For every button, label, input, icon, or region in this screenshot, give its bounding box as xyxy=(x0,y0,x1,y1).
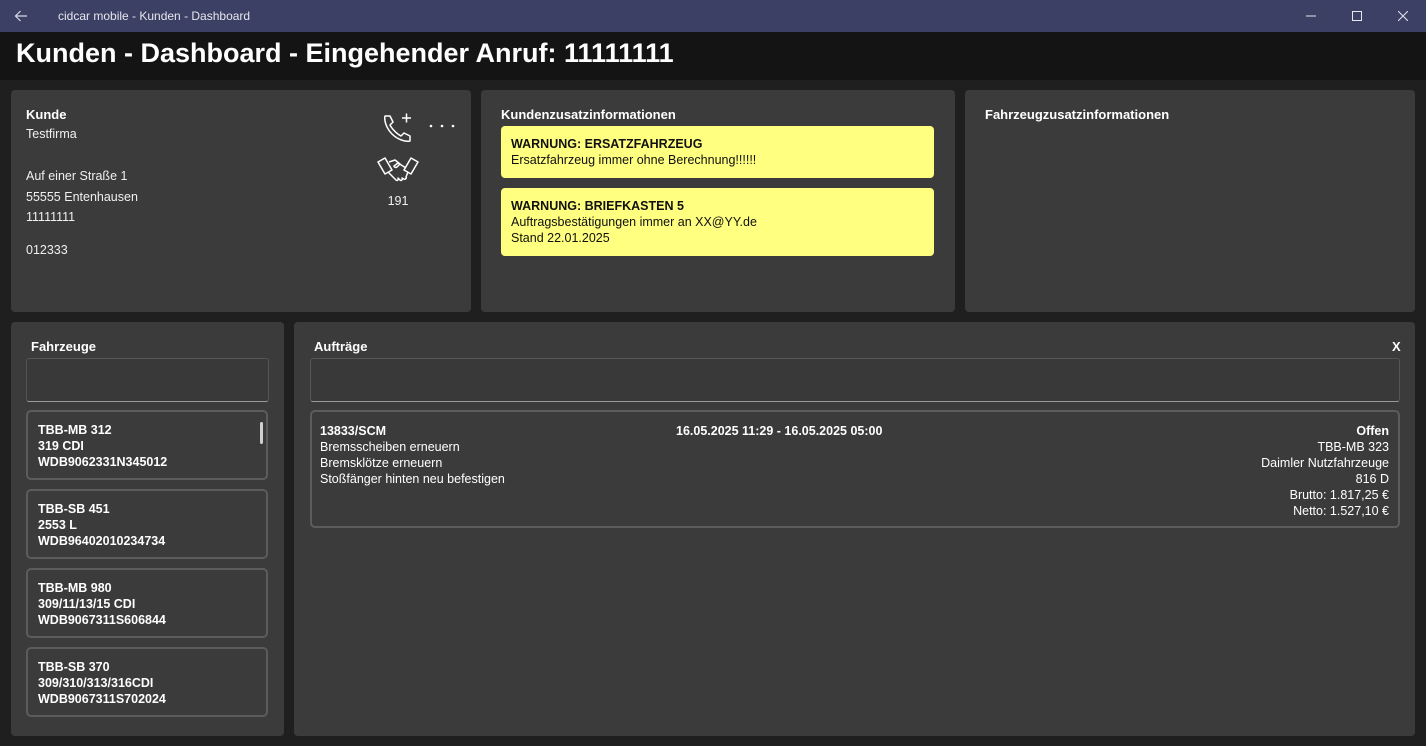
minimize-button[interactable] xyxy=(1288,0,1334,32)
customer-name: Testfirma xyxy=(26,127,77,141)
minimize-icon xyxy=(1306,15,1316,17)
close-window-button[interactable] xyxy=(1380,0,1426,32)
vehicle-model: 309/310/313/316CDI xyxy=(38,676,154,690)
vehicle-model: 2553 L xyxy=(38,518,77,532)
vehicles-heading: Fahrzeuge xyxy=(31,339,97,354)
vehicle-info-heading: Fahrzeugzusatzinformationen xyxy=(985,107,1170,122)
customer-number: 012333 xyxy=(26,243,68,257)
warning-line: Auftragsbestätigungen immer an XX@YY.de xyxy=(511,215,757,229)
vehicle-card[interactable]: TBB-SB 451 2553 L WDB96402010234734 xyxy=(26,489,268,559)
page-header: Kunden - Dashboard - Eingehender Anruf: … xyxy=(0,32,1426,80)
orders-close-button[interactable]: X xyxy=(1392,339,1401,354)
warning-card[interactable]: WARNUNG: BRIEFKASTEN 5 Auftragsbestätigu… xyxy=(501,188,934,256)
vehicle-vin: WDB9067311S702024 xyxy=(38,692,166,706)
order-card[interactable]: 13833/SCM 16.05.2025 11:29 - 16.05.2025 … xyxy=(310,410,1400,528)
window-title: cidcar mobile - Kunden - Dashboard xyxy=(58,9,251,23)
order-period: 16.05.2025 11:29 - 16.05.2025 05:00 xyxy=(676,424,883,438)
handshake-button[interactable] xyxy=(376,152,420,188)
customer-city: 55555 Entenhausen xyxy=(26,190,138,204)
order-task: Bremsscheiben erneuern xyxy=(320,440,460,454)
customer-street: Auf einer Straße 1 xyxy=(26,169,128,183)
more-icon xyxy=(429,124,455,128)
vehicle-vin: WDB9062331N345012 xyxy=(38,455,168,469)
vehicle-card[interactable]: TBB-MB 980 309/11/13/15 CDI WDB9067311S6… xyxy=(26,568,268,638)
vehicle-model: 319 CDI xyxy=(38,439,84,453)
customer-heading: Kunde xyxy=(26,107,67,122)
order-search-input[interactable] xyxy=(310,358,1400,402)
warning-line: Ersatzfahrzeug immer ohne Berechnung!!!!… xyxy=(511,153,757,167)
handshake-icon xyxy=(377,157,419,182)
order-task: Bremsklötze erneuern xyxy=(320,456,443,470)
arrow-left-icon xyxy=(14,10,27,22)
more-button[interactable] xyxy=(427,118,457,134)
order-task: Stoßfänger hinten neu befestigen xyxy=(320,472,505,486)
maximize-button[interactable] xyxy=(1334,0,1380,32)
customer-phone: 11111111 xyxy=(26,210,76,224)
order-number: 13833/SCM xyxy=(320,424,387,438)
vehicle-plate: TBB-MB 312 xyxy=(38,423,112,437)
vehicle-search-input[interactable] xyxy=(26,358,269,402)
vehicle-plate: TBB-SB 451 xyxy=(38,502,110,516)
customer-info-heading: Kundenzusatzinformationen xyxy=(501,107,676,122)
vehicle-vin: WDB9067311S606844 xyxy=(38,613,166,627)
warning-title: WARNUNG: BRIEFKASTEN 5 xyxy=(511,199,684,213)
order-vehicle-model: 816 D xyxy=(1355,472,1389,486)
customer-info-panel: Kundenzusatzinformationen WARNUNG: ERSAT… xyxy=(481,90,955,312)
call-add-button[interactable] xyxy=(379,110,415,146)
orders-heading: Aufträge xyxy=(314,339,368,354)
customer-panel: Kunde Testfirma Auf einer Straße 1 55555… xyxy=(11,90,471,312)
vehicle-info-panel: Fahrzeugzusatzinformationen xyxy=(965,90,1415,312)
vehicle-model: 309/11/13/15 CDI xyxy=(38,597,136,611)
order-gross: Brutto: 1.817,25 € xyxy=(1289,488,1389,502)
warning-title: WARNUNG: ERSATZFAHRZEUG xyxy=(511,137,703,151)
order-vehicle-make: Daimler Nutzfahrzeuge xyxy=(1261,456,1389,470)
vehicle-card[interactable]: TBB-MB 312 319 CDI WDB9062331N345012 xyxy=(26,410,268,480)
window-titlebar: cidcar mobile - Kunden - Dashboard xyxy=(0,0,1426,32)
phone-add-icon xyxy=(384,113,411,142)
vehicle-plate: TBB-SB 370 xyxy=(38,660,110,674)
order-net: Netto: 1.527,10 € xyxy=(1293,504,1389,518)
page-title: Kunden - Dashboard - Eingehender Anruf: … xyxy=(16,38,674,68)
warning-card[interactable]: WARNUNG: ERSATZFAHRZEUG Ersatzfahrzeug i… xyxy=(501,126,934,178)
vehicle-list-scrollbar[interactable] xyxy=(260,422,263,444)
order-vehicle-plate: TBB-MB 323 xyxy=(1317,440,1389,454)
vehicle-plate: TBB-MB 980 xyxy=(38,581,112,595)
order-status: Offen xyxy=(1356,424,1389,438)
vehicle-vin: WDB96402010234734 xyxy=(38,534,166,548)
warning-line: Stand 22.01.2025 xyxy=(511,231,610,245)
vehicle-card[interactable]: TBB-SB 370 309/310/313/316CDI WDB9067311… xyxy=(26,647,268,717)
handshake-count: 191 xyxy=(387,194,409,208)
close-icon xyxy=(1398,11,1408,21)
maximize-icon xyxy=(1352,11,1362,21)
back-button[interactable] xyxy=(0,0,42,32)
